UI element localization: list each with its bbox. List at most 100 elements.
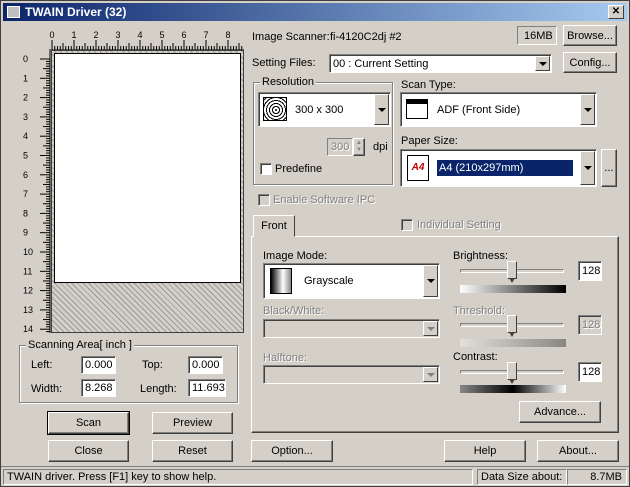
image-mode-dropdown[interactable]: Grayscale xyxy=(263,263,440,299)
title-bar: TWAIN Driver (32) ✕ xyxy=(3,3,627,21)
chevron-down-icon[interactable] xyxy=(423,265,438,297)
v-ruler-label: 6 xyxy=(23,170,28,180)
v-ruler-label: 9 xyxy=(23,228,28,238)
setting-files-dropdown[interactable]: 00 : Current Setting xyxy=(329,54,552,73)
h-ruler-label: 1 xyxy=(71,30,76,40)
image-scanner-name: fi-4120C2dj #2 xyxy=(330,31,402,43)
browse-button[interactable]: Browse... xyxy=(563,25,617,46)
contrast-slider-thumb[interactable] xyxy=(507,362,517,384)
left-field[interactable]: 0.000 xyxy=(81,356,116,374)
paper-a4-icon: A4 xyxy=(407,155,429,181)
individual-setting-checkbox xyxy=(401,219,413,231)
h-ruler-label: 7 xyxy=(203,30,208,40)
width-label: Width: xyxy=(31,383,63,395)
v-ruler-label: 5 xyxy=(23,151,28,161)
adf-icon xyxy=(406,99,428,119)
width-field[interactable]: 8.268 xyxy=(81,379,116,397)
v-ruler-label: 0 xyxy=(23,54,28,64)
scan-type-value: ADF (Front Side) xyxy=(437,103,521,116)
threshold-ramp xyxy=(460,339,566,347)
chevron-down-icon xyxy=(423,367,438,382)
preview-area[interactable] xyxy=(51,50,244,333)
dpi-spin-buttons: ▲ ▼ xyxy=(353,138,365,156)
brightness-ramp xyxy=(460,285,566,293)
length-field[interactable]: 11.693 xyxy=(188,379,226,397)
v-ruler-label: 12 xyxy=(23,286,33,296)
predefine-checkbox[interactable] xyxy=(260,163,272,175)
option-button[interactable]: Option... xyxy=(251,440,333,462)
length-label: Length: xyxy=(140,383,177,395)
h-ruler-label: 4 xyxy=(137,30,142,40)
advance-button[interactable]: Advance... xyxy=(519,401,601,423)
resolution-icon xyxy=(263,97,287,121)
close-button[interactable]: Close xyxy=(48,440,129,462)
scanner-app-icon xyxy=(7,6,20,18)
halftone-label: Halftone: xyxy=(263,352,308,364)
black-white-label: Black/White: xyxy=(263,305,325,317)
about-button[interactable]: About... xyxy=(537,440,619,462)
v-ruler-label: 11 xyxy=(23,266,32,276)
top-label: Top: xyxy=(142,359,163,371)
data-size-label: Data Size about: xyxy=(477,469,567,485)
scan-region[interactable] xyxy=(54,53,241,283)
data-size-value: 8.7MB xyxy=(567,469,627,485)
resolution-value: 300 x 300 xyxy=(295,103,344,116)
scan-type-label: Scan Type: xyxy=(401,79,456,91)
scan-type-dropdown[interactable]: ADF (Front Side) xyxy=(400,92,597,127)
v-ruler-label: 8 xyxy=(23,208,28,218)
v-ruler-label: 3 xyxy=(23,112,28,122)
h-ruler-label: 0 xyxy=(49,30,54,40)
individual-setting-label: Individual Setting xyxy=(417,219,501,231)
chevron-down-icon[interactable] xyxy=(580,151,595,185)
threshold-field: 128 xyxy=(578,315,602,335)
scan-button[interactable]: Scan xyxy=(47,411,130,435)
brightness-slider-thumb[interactable] xyxy=(507,261,517,283)
paper-size-selection: A4 (210x297mm) xyxy=(436,159,574,177)
chevron-down-icon[interactable] xyxy=(535,56,550,71)
resolution-dropdown[interactable]: 300 x 300 xyxy=(258,92,391,127)
help-button[interactable]: Help xyxy=(444,440,526,462)
h-ruler-label: 2 xyxy=(93,30,98,40)
contrast-field[interactable]: 128 xyxy=(578,362,602,382)
brightness-label: Brightness: xyxy=(453,250,509,262)
left-label: Left: xyxy=(31,359,53,371)
v-ruler-label: 13 xyxy=(23,305,33,315)
h-ruler-label: 6 xyxy=(181,30,186,40)
paper-size-label: Paper Size: xyxy=(401,135,458,147)
horizontal-ruler: 0 1 2 3 4 5 6 7 8 xyxy=(38,29,244,51)
paper-size-more-button[interactable]: ... xyxy=(601,149,617,187)
memory-indicator: 16MB xyxy=(517,26,557,45)
config-button[interactable]: Config... xyxy=(563,52,617,73)
chevron-down-icon[interactable] xyxy=(580,94,595,125)
h-ruler-label: 8 xyxy=(225,30,230,40)
predefine-label: Predefine xyxy=(275,163,323,175)
brightness-field[interactable]: 128 xyxy=(578,261,602,281)
chevron-down-icon[interactable] xyxy=(374,94,389,125)
scanning-area-title: Scanning Area[ inch ] xyxy=(26,339,134,351)
twain-driver-window: TWAIN Driver (32) ✕ 012345678 0123456789… xyxy=(0,0,630,487)
v-ruler-label: 2 xyxy=(23,93,28,103)
paper-size-dropdown[interactable]: A4 A4 (210x297mm) xyxy=(400,149,597,187)
preview-button[interactable]: Preview xyxy=(152,412,233,434)
threshold-label: Threshold: xyxy=(453,305,505,317)
v-ruler-label: 7 xyxy=(23,189,28,199)
status-message: TWAIN driver. Press [F1] key to show hel… xyxy=(3,469,473,485)
setting-files-label: Setting Files: xyxy=(252,57,316,69)
chevron-down-icon xyxy=(423,321,438,336)
reset-button[interactable]: Reset xyxy=(152,440,233,462)
v-ruler-label: 1 xyxy=(23,73,28,83)
software-ipc-checkbox xyxy=(258,194,270,206)
close-window-button[interactable]: ✕ xyxy=(608,5,624,19)
top-field[interactable]: 0.000 xyxy=(188,356,223,374)
tab-front[interactable]: Front xyxy=(253,215,295,237)
v-ruler-label: 14 xyxy=(23,324,33,333)
software-ipc-label: Enable Software IPC xyxy=(273,194,376,206)
h-ruler-label: 3 xyxy=(115,30,120,40)
black-white-dropdown xyxy=(263,319,440,338)
dpi-unit-label: dpi xyxy=(373,141,388,153)
dpi-spinbox: 300 xyxy=(327,138,353,156)
h-ruler-label: 5 xyxy=(159,30,164,40)
vertical-ruler: 0 1 2 3 4 5 6 7 8 9 10 11 12 13 14 xyxy=(21,49,51,334)
grayscale-icon xyxy=(270,268,292,294)
resolution-title: Resolution xyxy=(260,76,316,88)
